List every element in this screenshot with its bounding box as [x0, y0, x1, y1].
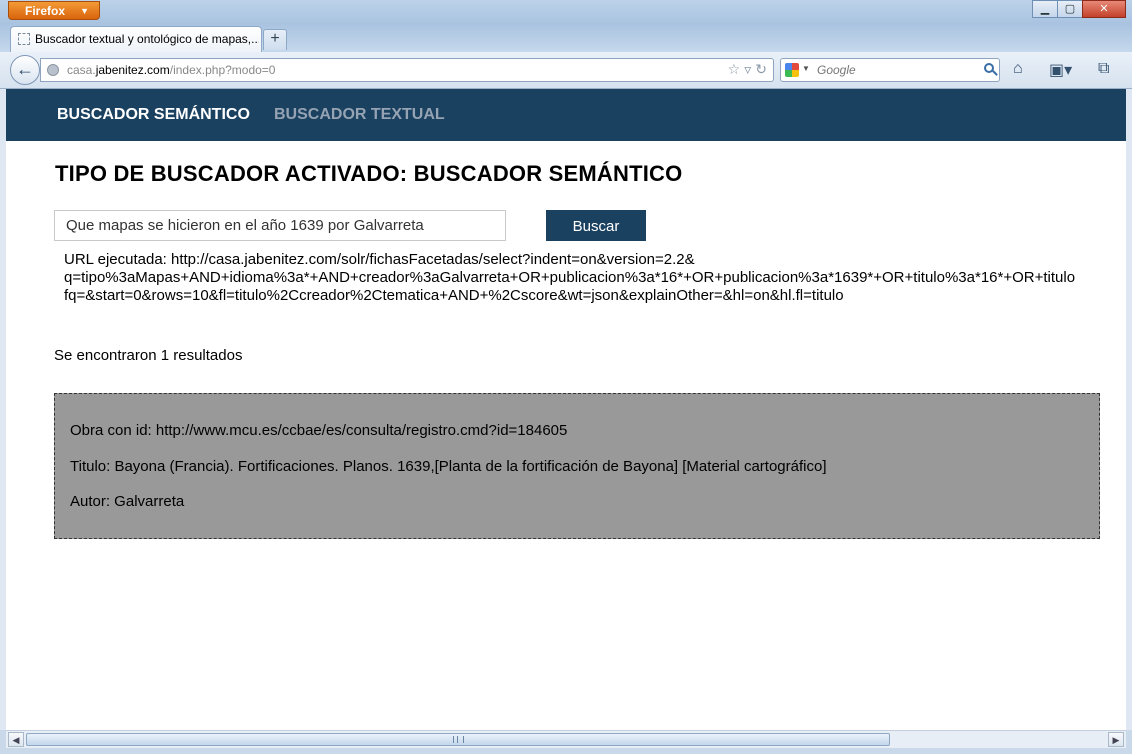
scrollbar-thumb[interactable] — [26, 733, 890, 746]
page-title: TIPO DE BUSCADOR ACTIVADO: BUSCADOR SEMÁ… — [55, 161, 683, 186]
web-search-box[interactable]: ▼ Google — [780, 58, 1000, 82]
minimize-icon[interactable]: ▁ — [1032, 0, 1058, 18]
web-search-placeholder: Google — [817, 63, 856, 77]
address-prefix: casa. — [67, 63, 96, 77]
executed-url-line-1: URL ejecutada: http://casa.jabenitez.com… — [64, 251, 695, 268]
window-right-border — [1126, 89, 1132, 730]
google-icon[interactable] — [785, 63, 799, 77]
address-path: /index.php?modo=0 — [169, 63, 276, 77]
address-domain: jabenitez.com — [95, 63, 170, 77]
home-icon[interactable]: ⌂ — [1013, 60, 1023, 78]
navigation-toolbar: casa.jabenitez.com/index.php?modo=0 ☆ ▿ ↻ … — [0, 52, 1132, 89]
new-tab-plus-icon[interactable]: + — [263, 29, 287, 50]
back-icon[interactable]: ← — [10, 55, 40, 85]
close-icon[interactable]: ✕ — [1082, 0, 1126, 18]
addons-icon[interactable]: ⧉ — [1098, 60, 1109, 78]
executed-url-line-3: fq=&start=0&rows=10&fl=titulo%2Ccreador%… — [64, 287, 844, 304]
scroll-left-icon[interactable]: ◀ — [8, 732, 24, 747]
address-bar[interactable]: casa.jabenitez.com/index.php?modo=0 ☆ ▿ ↻ — [40, 58, 774, 82]
maximize-icon[interactable]: ▢ — [1057, 0, 1083, 18]
executed-url: URL ejecutada: http://casa.jabenitez.com… — [64, 251, 1126, 305]
query-input[interactable] — [54, 210, 506, 241]
results-count: Se encontraron 1 resultados — [54, 347, 243, 364]
bookmarks-icon[interactable]: ▣▾ — [1049, 60, 1072, 80]
nav-buscador-semantico[interactable]: BUSCADOR SEMÁNTICO — [57, 106, 250, 124]
page-favicon-icon — [18, 33, 30, 45]
executed-url-line-2: q=tipo%3aMapas+AND+idioma%3a*+AND+creado… — [64, 269, 1076, 286]
window-titlebar: Firefox ▼ ▁ ▢ ✕ — [0, 0, 1132, 24]
dropdown-icon[interactable]: ▿ — [744, 61, 751, 77]
page-viewport: BUSCADOR SEMÁNTICO BUSCADOR TEXTUAL TIPO… — [6, 89, 1126, 730]
firefox-menu-button[interactable]: Firefox ▼ — [8, 1, 100, 20]
result-author: Autor: Galvarreta — [70, 493, 185, 510]
search-button[interactable]: Buscar — [546, 210, 646, 241]
result-item: Obra con id: http://www.mcu.es/ccbae/es/… — [54, 393, 1100, 539]
magnifier-icon[interactable] — [984, 63, 994, 73]
star-icon[interactable]: ☆ — [728, 61, 741, 77]
window-controls: ▁ ▢ ✕ — [1032, 0, 1126, 18]
tab-strip: Buscador textual y ontológico de mapas,.… — [0, 24, 1132, 52]
window-bottom-border — [0, 748, 1132, 754]
grip-icon — [453, 736, 464, 743]
horizontal-scrollbar[interactable]: ◀ ▶ — [6, 730, 1126, 748]
address-text: casa.jabenitez.com/index.php?modo=0 — [67, 63, 275, 77]
engine-dropdown-icon[interactable]: ▼ — [802, 64, 810, 73]
tab-title: Buscador textual y ontológico de mapas,.… — [35, 32, 259, 46]
result-id: Obra con id: http://www.mcu.es/ccbae/es/… — [70, 422, 568, 439]
reload-icon[interactable]: ↻ — [755, 61, 767, 77]
scroll-right-icon[interactable]: ▶ — [1108, 732, 1124, 747]
tab-active[interactable]: Buscador textual y ontológico de mapas,.… — [10, 26, 262, 52]
nav-buscador-textual[interactable]: BUSCADOR TEXTUAL — [274, 106, 445, 124]
globe-icon — [47, 64, 59, 76]
address-icons: ☆ ▿ ↻ — [724, 61, 767, 78]
site-navigation: BUSCADOR SEMÁNTICO BUSCADOR TEXTUAL — [6, 89, 1126, 141]
result-title: Titulo: Bayona (Francia). Fortificacione… — [70, 458, 827, 475]
chevron-down-icon: ▼ — [80, 6, 89, 16]
firefox-menu-label: Firefox — [25, 4, 66, 18]
